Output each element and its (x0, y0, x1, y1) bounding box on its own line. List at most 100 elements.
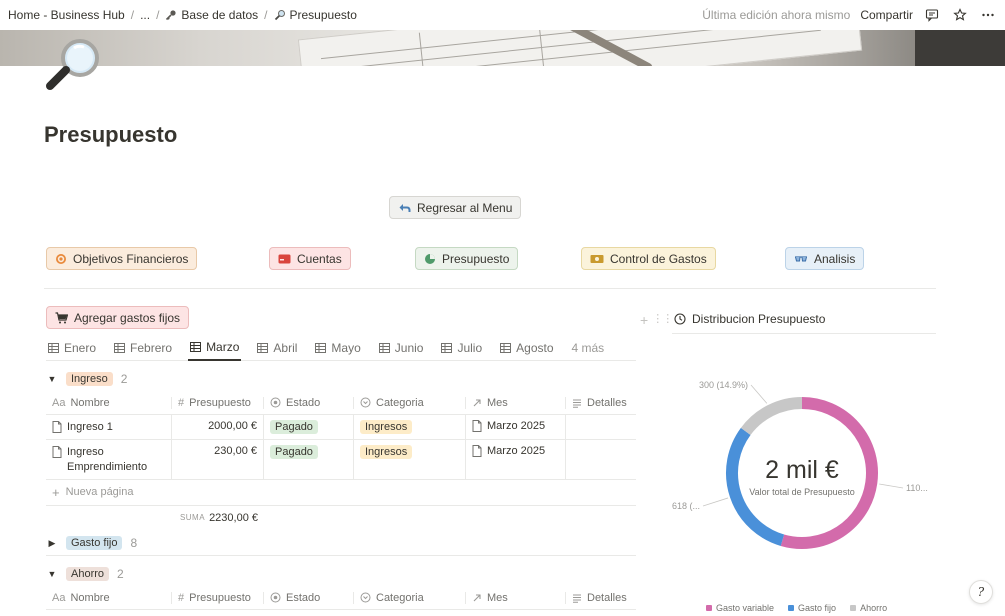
column-categoria[interactable]: Categoria (354, 396, 466, 409)
row-category-cell[interactable]: Ingresos (354, 439, 466, 479)
legend-item[interactable]: Ahorro (850, 603, 887, 613)
column-mes[interactable]: Mes (466, 396, 566, 409)
row-name: Ingreso 1 (67, 421, 113, 433)
plus-icon: + (52, 484, 60, 500)
back-to-menu-button[interactable]: Regresar al Menu (389, 196, 522, 219)
legend-item[interactable]: Gasto fijo (788, 603, 836, 613)
status-property-icon (270, 397, 281, 408)
relation-arrow-icon (473, 593, 481, 601)
group-count-ahorro: 2 (117, 567, 124, 581)
tab-abril[interactable]: Abril (255, 336, 299, 361)
breadcrumb-home[interactable]: Home - Business Hub (8, 8, 125, 22)
column-nombre-label: Nombre (70, 396, 110, 409)
tab-enero[interactable]: Enero (46, 336, 98, 361)
objetivos-financieros-button[interactable]: Objetivos Financieros (46, 247, 198, 270)
column-nombre[interactable]: Aa Nombre (46, 396, 172, 409)
group-count-ingreso: 2 (120, 372, 128, 386)
cuentas-button[interactable]: Cuentas (269, 247, 351, 270)
column-mes[interactable]: Mes (466, 591, 566, 604)
more-options-icon[interactable] (979, 6, 997, 24)
chart-title: Distribucion Presupuesto (692, 312, 826, 326)
row-month: Marzo 2025 (487, 420, 546, 432)
breadcrumb-ellipsis[interactable]: ... (140, 8, 150, 22)
share-button[interactable]: Compartir (860, 8, 913, 22)
add-block-icon[interactable]: + (640, 312, 648, 328)
column-nombre-label: Nombre (70, 591, 110, 604)
row-month-cell[interactable]: Marzo 2025 (466, 415, 566, 439)
agregar-gastos-fijos-button[interactable]: Agregar gastos fijos (46, 306, 190, 329)
tabs-more-button[interactable]: 4 más (570, 336, 607, 361)
column-categoria[interactable]: Categoria (354, 591, 466, 604)
donut-center-label: Valor total de Presupuesto (749, 487, 854, 497)
back-arrow-icon (399, 203, 411, 212)
drag-handle-icon[interactable]: ⋮⋮ (652, 312, 673, 328)
donut-slice-gasto-fijo[interactable] (726, 427, 785, 546)
row-name-cell[interactable]: Ingreso 1 (46, 415, 172, 439)
row-status-cell[interactable]: Pagado (264, 415, 354, 439)
group-label-ahorro[interactable]: Ahorro (66, 567, 110, 581)
star-icon[interactable] (951, 6, 969, 24)
table-row[interactable]: Ingreso 1 2000,00 € Pagado Ingresos Marz… (46, 415, 636, 440)
tab-agosto[interactable]: Agosto (498, 336, 555, 361)
slice-leader-line (750, 384, 768, 404)
expand-caret-icon[interactable]: ▶ (46, 538, 58, 549)
magnifying-glass-icon[interactable] (44, 36, 106, 92)
tab-julio[interactable]: Julio (439, 336, 484, 361)
group-count-gasto-fijo: 8 (130, 536, 138, 550)
row-name-cell[interactable]: Ingreso Emprendimiento (46, 439, 172, 479)
breadcrumb-database[interactable]: Base de datos (165, 8, 258, 22)
row-details-cell[interactable] (566, 415, 636, 439)
donut-chart[interactable]: 110... 618 (... 300 (14.9%) 2 mil € Valor to… (672, 340, 936, 600)
row-budget: 230,00 € (214, 444, 257, 457)
column-detalles[interactable]: Detalles (566, 397, 636, 409)
row-category-cell[interactable]: Ingresos (354, 415, 466, 439)
table-row[interactable]: Ingreso Emprendimiento 230,00 € Pagado I… (46, 439, 636, 480)
breadcrumb-current[interactable]: Presupuesto (274, 8, 357, 22)
row-budget-cell[interactable]: 230,00 € (172, 439, 264, 479)
collapse-caret-icon[interactable]: ▼ (46, 374, 58, 384)
chart-header[interactable]: Distribucion Presupuesto (674, 312, 825, 326)
tab-febrero[interactable]: Febrero (112, 336, 174, 361)
new-page-label: Nueva página (65, 486, 134, 499)
group-label-gasto-fijo[interactable]: Gasto fijo (66, 536, 123, 550)
column-presupuesto[interactable]: # Presupuesto (172, 591, 264, 604)
group-label-ingreso[interactable]: Ingreso (66, 372, 113, 386)
table-header-row: Aa Nombre # Presupuesto Estado Categoria M… (46, 391, 636, 415)
comment-icon[interactable] (923, 6, 941, 24)
tab-marzo[interactable]: Marzo (188, 336, 242, 361)
help-icon: ? (977, 585, 985, 599)
control-de-gastos-button[interactable]: Control de Gastos (581, 247, 716, 270)
row-details-cell[interactable] (566, 440, 636, 479)
cover-image (0, 30, 1005, 66)
legend-label: Ahorro (860, 603, 888, 613)
credit-card-icon (278, 254, 291, 263)
column-detalles[interactable]: Detalles (566, 592, 636, 604)
status-property-icon (270, 592, 281, 603)
donut-slice-ahorro[interactable] (740, 397, 803, 436)
tab-junio[interactable]: Junio (377, 336, 426, 361)
column-estado[interactable]: Estado (264, 591, 354, 604)
group-header-ingreso: ▼ Ingreso 2 (46, 372, 127, 386)
presupuesto-nav-button[interactable]: Presupuesto (415, 247, 519, 270)
donut-chart-container: 110... 618 (... 300 (14.9%) 2 mil € Valor to… (672, 340, 936, 616)
block-handle[interactable]: + ⋮⋮ (640, 312, 673, 328)
help-button[interactable]: ? (969, 580, 993, 604)
row-month-cell[interactable]: Marzo 2025 (466, 439, 566, 479)
analisis-button[interactable]: Analisis (785, 247, 865, 270)
new-page-row[interactable]: + Nueva página (46, 480, 636, 506)
tab-mayo[interactable]: Mayo (313, 336, 362, 361)
text-lines-icon (573, 399, 581, 408)
column-estado[interactable]: Estado (264, 396, 354, 409)
column-nombre[interactable]: Aa Nombre (46, 591, 172, 604)
collapse-caret-icon[interactable]: ▼ (46, 569, 58, 579)
legend-swatch (788, 605, 795, 611)
slice-data-label: 618 (... (672, 501, 700, 511)
row-budget-cell[interactable]: 2000,00 € (172, 415, 264, 439)
row-status-cell[interactable]: Pagado (264, 439, 354, 479)
column-presupuesto[interactable]: # Presupuesto (172, 396, 264, 409)
analisis-label: Analisis (814, 251, 856, 266)
legend-item[interactable]: Gasto variable (706, 603, 774, 613)
section-divider (44, 288, 936, 289)
sum-cell[interactable]: SUMA 2230,00 € (172, 506, 264, 530)
text-property-icon: Aa (52, 396, 66, 409)
